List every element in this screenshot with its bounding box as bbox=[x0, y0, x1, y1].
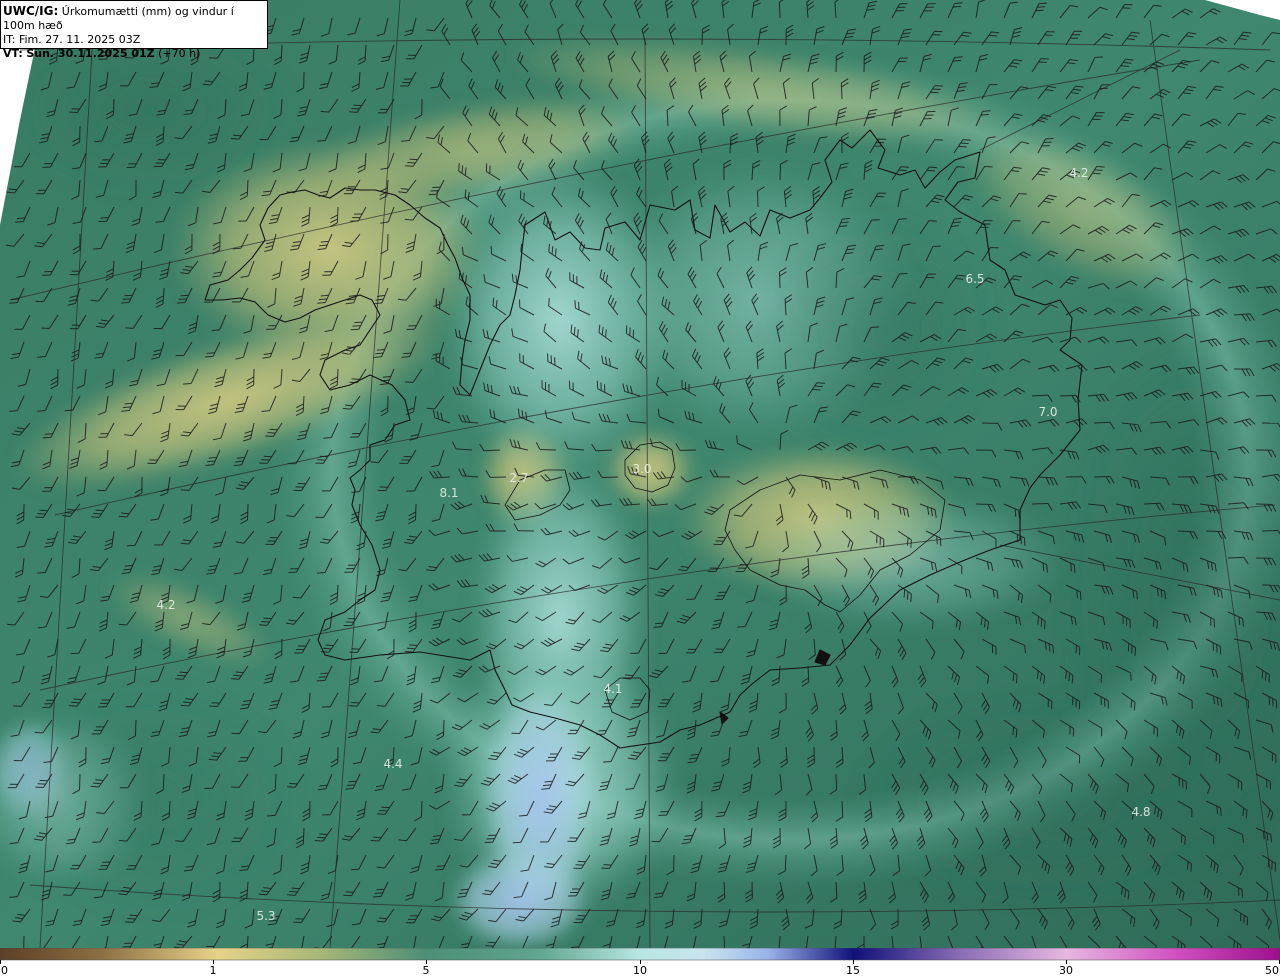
colorbar-tickmark bbox=[853, 960, 854, 964]
product-title: UWC/IG: Úrkomumætti (mm) og vindur í 100… bbox=[3, 4, 267, 33]
value-label: 4.2 bbox=[156, 598, 176, 612]
value-label: 7.0 bbox=[1038, 405, 1058, 419]
value-label: 4.4 bbox=[383, 757, 403, 771]
value-label: 4.2 bbox=[1069, 166, 1089, 180]
value-label: 4.1 bbox=[603, 682, 623, 696]
colorbar-tick-label: 0 bbox=[1, 964, 8, 977]
colorbar-tick-label: 15 bbox=[846, 964, 860, 977]
precipitation-colorbar: 0 1 5 10 15 30 50 bbox=[0, 948, 1280, 978]
colorbar-tickmark bbox=[640, 960, 641, 964]
value-label: 5.3 bbox=[256, 909, 276, 923]
value-label: 8.1 bbox=[439, 486, 459, 500]
initial-time: IT: Fim. 27. 11. 2025 03Z bbox=[3, 33, 267, 47]
colorbar-tick-label: 30 bbox=[1059, 964, 1073, 977]
value-label: 4.8 bbox=[1131, 805, 1151, 819]
model-name: UWC/IG: bbox=[3, 4, 59, 18]
valid-time-value: Sun. 30.11.2025 01Z bbox=[26, 47, 155, 60]
colorbar-tick-label: 50 bbox=[1265, 964, 1279, 977]
colorbar-tick-label: 10 bbox=[633, 964, 647, 977]
forecast-info-box: UWC/IG: Úrkomumætti (mm) og vindur í 100… bbox=[0, 0, 268, 60]
colorbar-tickmark bbox=[1066, 960, 1067, 964]
colorbar-tick-label: 1 bbox=[209, 964, 217, 977]
valid-time-key: VT: bbox=[3, 47, 23, 60]
value-label: 3.0 bbox=[632, 462, 652, 476]
colorbar-tickmark bbox=[426, 960, 427, 964]
lead-time: (+70 h) bbox=[158, 47, 201, 60]
valid-time: VT: Sun. 30.11.2025 01Z (+70 h) bbox=[3, 47, 267, 61]
value-label: 2.7 bbox=[509, 471, 529, 485]
initial-time-key: IT: bbox=[3, 33, 16, 46]
value-label: 6.5 bbox=[965, 272, 985, 286]
initial-time-value: Fim. 27. 11. 2025 03Z bbox=[18, 33, 141, 46]
colorbar-tick-label: 5 bbox=[422, 964, 430, 977]
colorbar-tickmark bbox=[0, 960, 1, 964]
weather-map[interactable]: 4.2 6.5 7.0 3.0 2.7 8.1 4.2 4.1 4.4 4.8 … bbox=[0, 0, 1280, 948]
colorbar-tickmark bbox=[213, 960, 214, 964]
